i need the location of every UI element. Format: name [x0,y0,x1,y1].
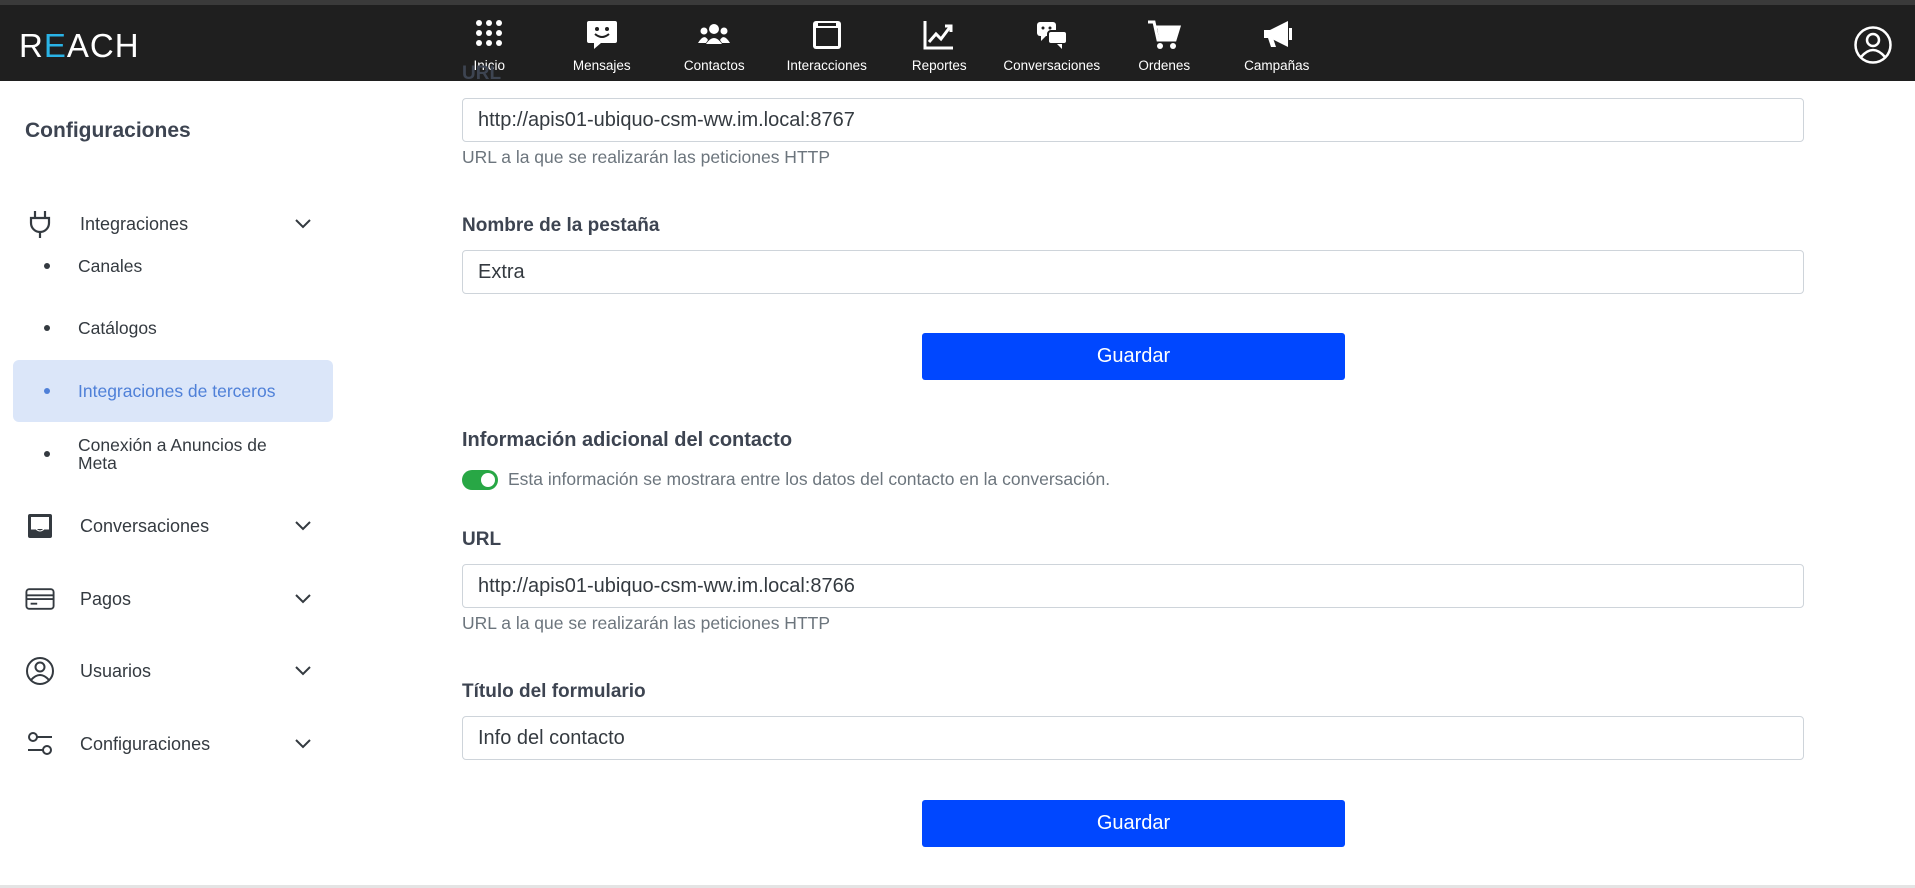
sidebar-group-label: Pagos [80,588,132,609]
tab-name-label: Nombre de la pestaña [462,215,660,236]
sidebar-group-label: Usuarios [80,660,152,681]
sidebar-group-label: Conversaciones [80,515,210,536]
bullet-dot [44,451,50,457]
nav-item-mensajes[interactable]: Mensajes [546,10,659,80]
reach-logo[interactable]: R E ACH [19,27,140,64]
nav-item-campanas[interactable]: Campañas [1221,10,1334,80]
sidebar-item-label: Canales [78,256,143,276]
inbox-icon [25,511,55,541]
nav-label: Contactos [683,58,745,73]
contact-url-label: URL [462,529,502,550]
contact-info-toggle-row: Esta información se mostrara entre los d… [462,469,1110,490]
contact-info-toggle[interactable] [462,469,498,490]
save-tab-button[interactable]: Guardar [922,333,1345,380]
settings-sidebar: Configuraciones Integraciones Canales Ca… [0,81,345,886]
users-icon [698,24,731,44]
contact-url-input[interactable] [462,564,1804,608]
bullet-dot [44,263,50,269]
nav-item-interacciones[interactable]: Interacciones [771,10,884,80]
sidebar-title: Configuraciones [25,119,191,142]
cart-icon [1148,20,1182,49]
tab-url-input[interactable] [462,98,1804,142]
chevron-down-icon [295,666,311,676]
save-contact-info-button[interactable]: Guardar [922,800,1345,847]
contact-info-section-title: Información adicional del contacto [462,429,793,451]
nav-label: Conversaciones [1003,58,1101,73]
sidebar-item-canales[interactable]: Canales [13,235,333,297]
nav-item-conversaciones[interactable]: Conversaciones [996,10,1109,80]
sidebar-group-conversaciones[interactable]: Conversaciones [25,506,325,546]
chevron-down-icon [295,739,311,749]
chevron-down-icon [295,594,311,604]
url-label-partial: URL [462,63,502,84]
chat-bubbles-icon [1036,22,1068,49]
contact-info-toggle-text: Esta información se mostrara entre los d… [508,469,1111,489]
contact-url-help-text: URL a la que se realizarán las peticione… [462,613,830,633]
sidebar-item-catalogos[interactable]: Catálogos [13,297,333,359]
sidebar-group-pagos[interactable]: Pagos [25,579,325,619]
nav-item-reportes[interactable]: Reportes [883,10,996,80]
nav-label: Interacciones [786,58,867,73]
window-icon [812,21,841,49]
nav-label: Reportes [911,58,967,73]
user-account-icon[interactable] [1853,25,1893,65]
form-title-input[interactable] [462,716,1804,760]
chevron-down-icon [295,521,311,531]
sidebar-item-label: Conexión a Anuncios de Meta [78,435,267,473]
main-nav: Inicio Mensajes Contactos Interacciones … [433,10,1333,80]
integration-form-panel: URL URL a la que se realizarán las petic… [345,63,1915,886]
sidebar-group-configuraciones[interactable]: Configuraciones [25,724,325,764]
nav-label: Campañas [1244,58,1310,73]
sidebar-item-label: Catálogos [78,318,157,338]
logo-letters-ach: ACH [66,27,140,64]
form-title-label: Título del formulario [462,681,646,702]
tab-name-input[interactable] [462,250,1804,294]
top-navbar: R E ACH Inicio Mensajes Contactos Intera… [0,0,1915,81]
chat-smile-icon [586,21,617,49]
user-circle-icon [25,656,55,686]
sidebar-item-label: Integraciones de terceros [78,381,276,401]
nav-item-ordenes[interactable]: Ordenes [1108,10,1221,80]
sidebar-group-usuarios[interactable]: Usuarios [25,651,325,691]
grid-dots-icon [476,20,503,46]
nav-item-contactos[interactable]: Contactos [658,10,771,80]
logo-letter-r: R [19,27,44,64]
logo-letter-e: E [43,27,67,64]
bullet-dot [44,325,50,331]
sliders-icon [25,729,55,759]
credit-card-icon [25,584,55,614]
sidebar-item-anuncios-meta[interactable]: Conexión a Anuncios de Meta [13,423,333,485]
nav-label: Ordenes [1138,58,1191,73]
url-help-text: URL a la que se realizarán las peticione… [462,147,830,167]
sidebar-group-label: Integraciones [80,213,189,234]
bullet-dot [44,388,50,394]
sidebar-group-label: Configuraciones [80,733,211,754]
nav-label: Mensajes [572,58,631,73]
megaphone-icon [1263,21,1292,47]
chart-line-icon [923,21,954,50]
chevron-down-icon [295,219,311,229]
sidebar-item-integraciones-terceros[interactable]: Integraciones de terceros [13,360,333,422]
